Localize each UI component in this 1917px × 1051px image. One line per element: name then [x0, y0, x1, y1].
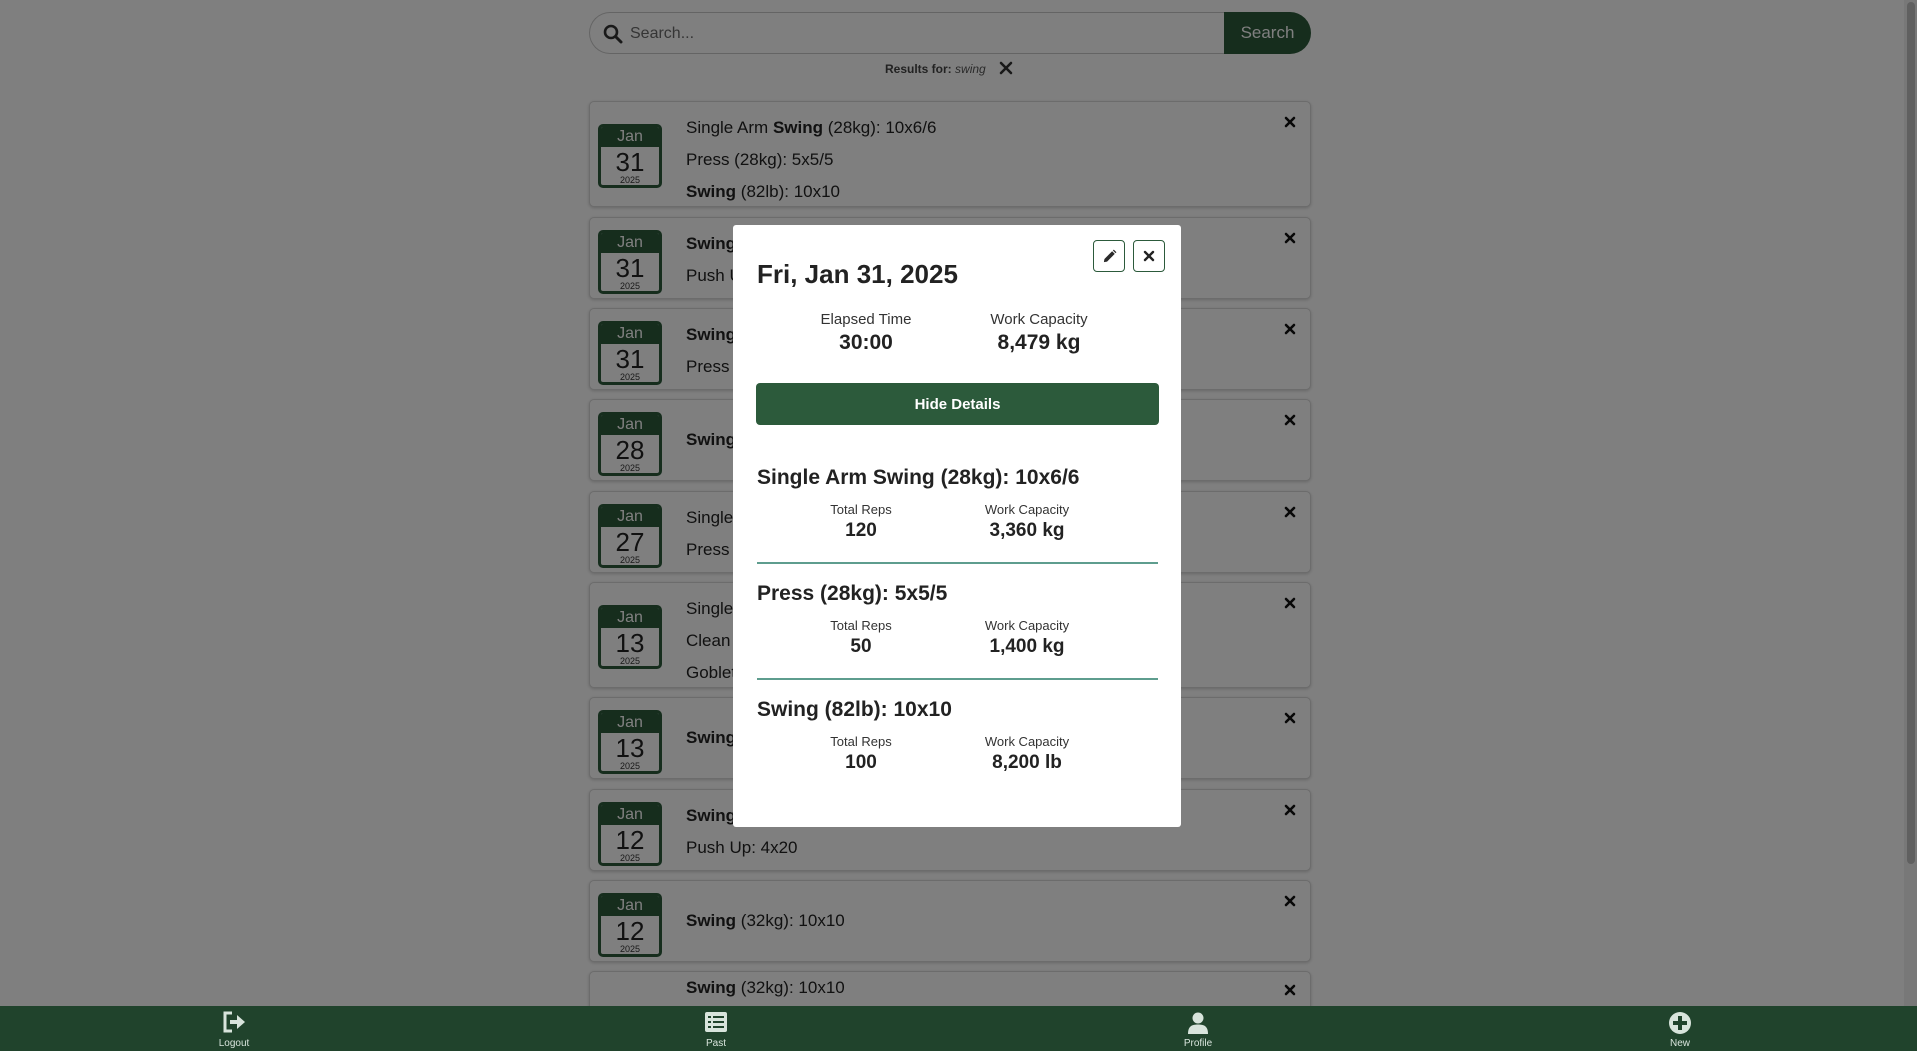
- exercise-work-stat: Work Capacity 1,400 kg: [967, 618, 1087, 660]
- elapsed-time-label: Elapsed Time: [820, 311, 912, 328]
- total-reps-label: Total Reps: [830, 734, 892, 749]
- list-icon: [705, 1012, 727, 1032]
- nav-logout-label: Logout: [218, 1038, 250, 1049]
- work-capacity-label: Work Capacity: [990, 311, 1088, 328]
- close-modal-button[interactable]: [1133, 240, 1165, 272]
- work-capacity-stat: Work Capacity 8,479 kg: [973, 311, 1105, 357]
- plus-circle-icon: [1669, 1012, 1691, 1034]
- hide-details-button[interactable]: Hide Details: [756, 383, 1159, 425]
- exercise-work-value: 3,360 kg: [989, 520, 1065, 541]
- total-reps-stat: Total Reps 100: [811, 734, 911, 776]
- divider: [757, 678, 1158, 680]
- user-icon: [1188, 1012, 1208, 1034]
- modal-title: Fri, Jan 31, 2025: [757, 259, 958, 289]
- nav-past[interactable]: Past: [676, 1006, 756, 1051]
- total-reps-value: 120: [845, 520, 877, 541]
- close-icon: [1143, 250, 1155, 262]
- exercise-title: Single Arm Swing (28kg): 10x6/6: [757, 466, 1080, 489]
- nav-profile[interactable]: Profile: [1158, 1006, 1238, 1051]
- nav-past-label: Past: [705, 1038, 726, 1049]
- elapsed-time-stat: Elapsed Time 30:00: [811, 311, 921, 357]
- edit-button[interactable]: [1093, 240, 1125, 272]
- exercise-work-label: Work Capacity: [984, 502, 1070, 517]
- divider: [757, 562, 1158, 564]
- nav-logout[interactable]: Logout: [194, 1006, 274, 1051]
- exercise-work-stat: Work Capacity 8,200 lb: [967, 734, 1087, 776]
- bottom-nav: Logout Past Profile New: [0, 1006, 1917, 1051]
- total-reps-value: 100: [845, 752, 877, 773]
- exercise-work-value: 1,400 kg: [989, 636, 1065, 657]
- pencil-icon: [1103, 249, 1117, 263]
- work-capacity-value: 8,479 kg: [997, 331, 1081, 354]
- total-reps-stat: Total Reps 120: [811, 502, 911, 544]
- total-reps-stat: Total Reps 50: [811, 618, 911, 660]
- nav-new[interactable]: New: [1640, 1006, 1720, 1051]
- exercise-title: Swing (82lb): 10x10: [757, 698, 952, 721]
- total-reps-label: Total Reps: [830, 618, 892, 633]
- nav-profile-label: Profile: [1183, 1038, 1213, 1049]
- exercise-work-value: 8,200 lb: [992, 752, 1062, 773]
- exercise-work-stat: Work Capacity 3,360 kg: [967, 502, 1087, 544]
- elapsed-time-value: 30:00: [839, 331, 893, 354]
- total-reps-label: Total Reps: [830, 502, 892, 517]
- exercise-work-label: Work Capacity: [984, 618, 1070, 633]
- nav-new-label: New: [1669, 1038, 1690, 1049]
- exercise-title: Press (28kg): 5x5/5: [757, 582, 948, 605]
- exercise-work-label: Work Capacity: [984, 734, 1070, 749]
- total-reps-value: 50: [850, 636, 872, 657]
- logout-icon: [223, 1011, 245, 1033]
- workout-detail-modal: Fri, Jan 31, 2025 Elapsed Time 30:00 Wor…: [733, 225, 1181, 827]
